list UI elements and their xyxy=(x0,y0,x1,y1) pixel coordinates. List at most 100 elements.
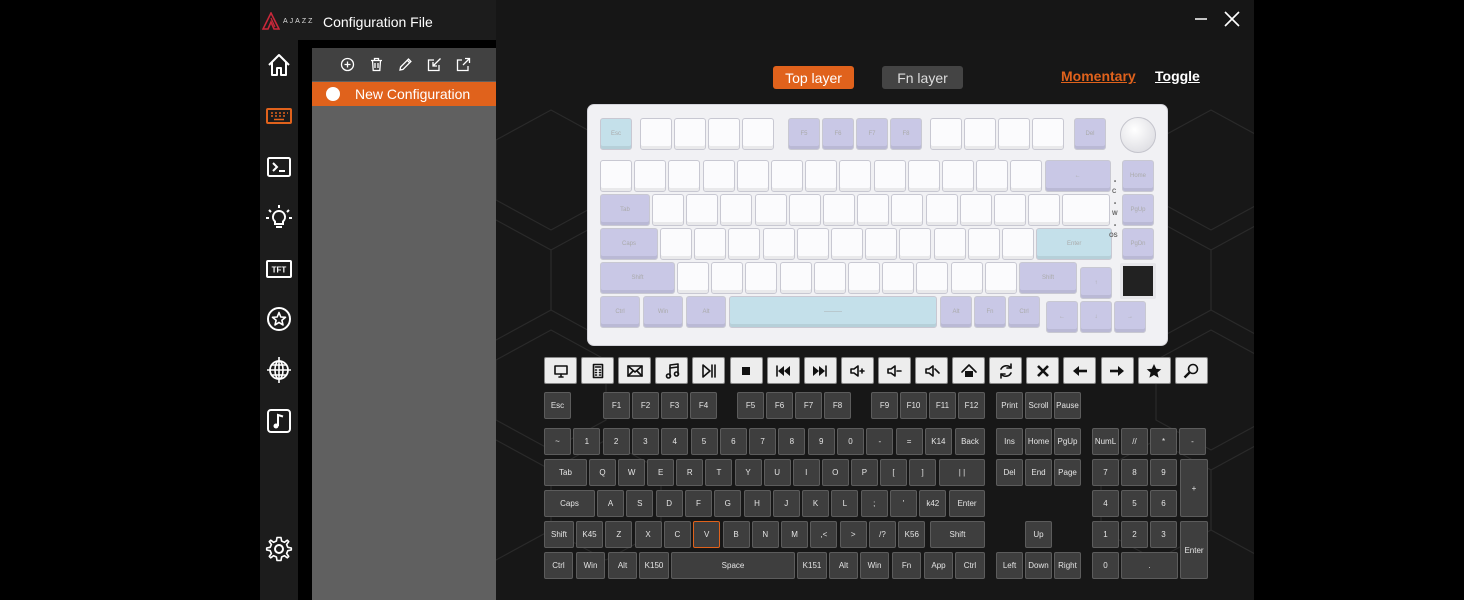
key-[interactable]: * xyxy=(1150,428,1177,455)
key-ctrl[interactable]: Ctrl xyxy=(955,552,985,579)
key-pause[interactable]: Pause xyxy=(1054,392,1081,419)
key-f9[interactable]: F9 xyxy=(871,392,898,419)
key-z[interactable]: Z xyxy=(605,521,633,548)
key-down[interactable]: Down xyxy=(1025,552,1052,579)
star-icon[interactable] xyxy=(263,303,295,335)
close-window-icon[interactable] xyxy=(1221,8,1243,30)
forward-arrow-icon[interactable] xyxy=(1100,357,1134,384)
tft-icon[interactable]: TFT xyxy=(263,253,295,285)
key-f1[interactable]: F1 xyxy=(603,392,630,419)
key-k45[interactable]: K45 xyxy=(576,521,603,548)
key-1[interactable]: 1 xyxy=(573,428,601,455)
globe-icon[interactable] xyxy=(263,354,295,386)
next-track-icon[interactable] xyxy=(803,357,837,384)
key-3[interactable]: 3 xyxy=(631,428,659,455)
key-[interactable]: | | xyxy=(939,459,985,486)
fn-layer-button[interactable]: Fn layer xyxy=(882,66,963,89)
calculator-icon[interactable] xyxy=(581,357,615,384)
previous-track-icon[interactable] xyxy=(766,357,800,384)
key-0[interactable]: 0 xyxy=(837,428,864,455)
key-m[interactable]: M xyxy=(781,521,809,548)
key-space[interactable]: Space xyxy=(671,552,795,579)
key-caps[interactable]: Caps xyxy=(544,490,595,517)
config-item-new-configuration[interactable]: New Configuration xyxy=(312,82,496,106)
key-k14[interactable]: K14 xyxy=(924,428,952,455)
top-layer-button[interactable]: Top layer xyxy=(773,66,854,89)
key-f11[interactable]: F11 xyxy=(929,392,956,419)
music-note-icon[interactable] xyxy=(655,357,689,384)
pencil-icon[interactable] xyxy=(397,57,413,73)
key-6[interactable]: 6 xyxy=(719,428,747,455)
key-y[interactable]: Y xyxy=(734,459,762,486)
home-icon[interactable] xyxy=(263,49,295,81)
key-v[interactable]: V xyxy=(693,521,721,548)
key-7[interactable]: 7 xyxy=(749,428,777,455)
key-left[interactable]: Left xyxy=(996,552,1023,579)
volume-up-icon[interactable] xyxy=(840,357,874,384)
close-icon[interactable] xyxy=(1026,357,1060,384)
music-icon[interactable] xyxy=(263,405,295,437)
key-k42[interactable]: k42 xyxy=(919,490,947,517)
key-c[interactable]: C xyxy=(663,521,691,548)
key-n[interactable]: N xyxy=(751,521,779,548)
key-f10[interactable]: F10 xyxy=(900,392,927,419)
mail-icon[interactable] xyxy=(618,357,652,384)
key-ctrl[interactable]: Ctrl xyxy=(544,552,573,579)
export-icon[interactable] xyxy=(455,57,471,73)
key-4[interactable]: 4 xyxy=(1092,490,1119,517)
key-5[interactable]: 5 xyxy=(690,428,718,455)
key-4[interactable]: 4 xyxy=(661,428,689,455)
key-del[interactable]: Del xyxy=(996,459,1023,486)
momentary-mode-link[interactable]: Momentary xyxy=(1061,68,1136,84)
key-up[interactable]: Up xyxy=(1025,521,1052,548)
key-print[interactable]: Print xyxy=(996,392,1023,419)
key-2[interactable]: 2 xyxy=(602,428,630,455)
key-end[interactable]: End xyxy=(1025,459,1052,486)
key-app[interactable]: App xyxy=(924,552,953,579)
key-[interactable]: + xyxy=(1180,459,1208,517)
key-[interactable]: ,< xyxy=(810,521,838,548)
favorites-icon[interactable] xyxy=(1137,357,1171,384)
key-[interactable]: > xyxy=(839,521,867,548)
key-pgup[interactable]: PgUp xyxy=(1054,428,1081,455)
key-[interactable]: /? xyxy=(869,521,896,548)
lightbulb-icon[interactable] xyxy=(263,202,295,234)
key-1[interactable]: 1 xyxy=(1092,521,1119,548)
mute-icon[interactable] xyxy=(915,357,948,384)
key-s[interactable]: S xyxy=(626,490,654,517)
key-8[interactable]: 8 xyxy=(778,428,806,455)
key-f7[interactable]: F7 xyxy=(795,392,822,419)
key-3[interactable]: 3 xyxy=(1150,521,1177,548)
import-icon[interactable] xyxy=(426,57,442,73)
key-[interactable]: = xyxy=(895,428,923,455)
key-[interactable]: ' xyxy=(890,490,917,517)
key-alt[interactable]: Alt xyxy=(608,552,637,579)
key-9[interactable]: 9 xyxy=(1150,459,1177,486)
key-0[interactable]: 0 xyxy=(1092,552,1119,579)
key-fn[interactable]: Fn xyxy=(892,552,921,579)
key-[interactable]: ] xyxy=(909,459,937,486)
key-p[interactable]: P xyxy=(850,459,878,486)
trash-icon[interactable] xyxy=(368,57,384,73)
key-f4[interactable]: F4 xyxy=(690,392,717,419)
key-[interactable]: // xyxy=(1121,428,1148,455)
key-win[interactable]: Win xyxy=(860,552,889,579)
back-arrow-icon[interactable] xyxy=(1063,357,1097,384)
volume-down-icon[interactable] xyxy=(877,357,911,384)
key-2[interactable]: 2 xyxy=(1121,521,1148,548)
terminal-icon[interactable] xyxy=(263,151,295,183)
toggle-mode-link[interactable]: Toggle xyxy=(1155,68,1200,84)
key-page[interactable]: Page xyxy=(1054,459,1081,486)
key-8[interactable]: 8 xyxy=(1121,459,1148,486)
key-7[interactable]: 7 xyxy=(1092,459,1119,486)
key-win[interactable]: Win xyxy=(576,552,605,579)
key-w[interactable]: W xyxy=(618,459,646,486)
key-f8[interactable]: F8 xyxy=(824,392,851,419)
home-page-icon[interactable] xyxy=(952,357,986,384)
minimize-icon[interactable] xyxy=(1190,8,1212,30)
key-[interactable]: ; xyxy=(860,490,888,517)
add-icon[interactable] xyxy=(339,57,355,73)
key-k[interactable]: K xyxy=(802,490,830,517)
key-alt[interactable]: Alt xyxy=(829,552,858,579)
key-tab[interactable]: Tab xyxy=(544,459,587,486)
